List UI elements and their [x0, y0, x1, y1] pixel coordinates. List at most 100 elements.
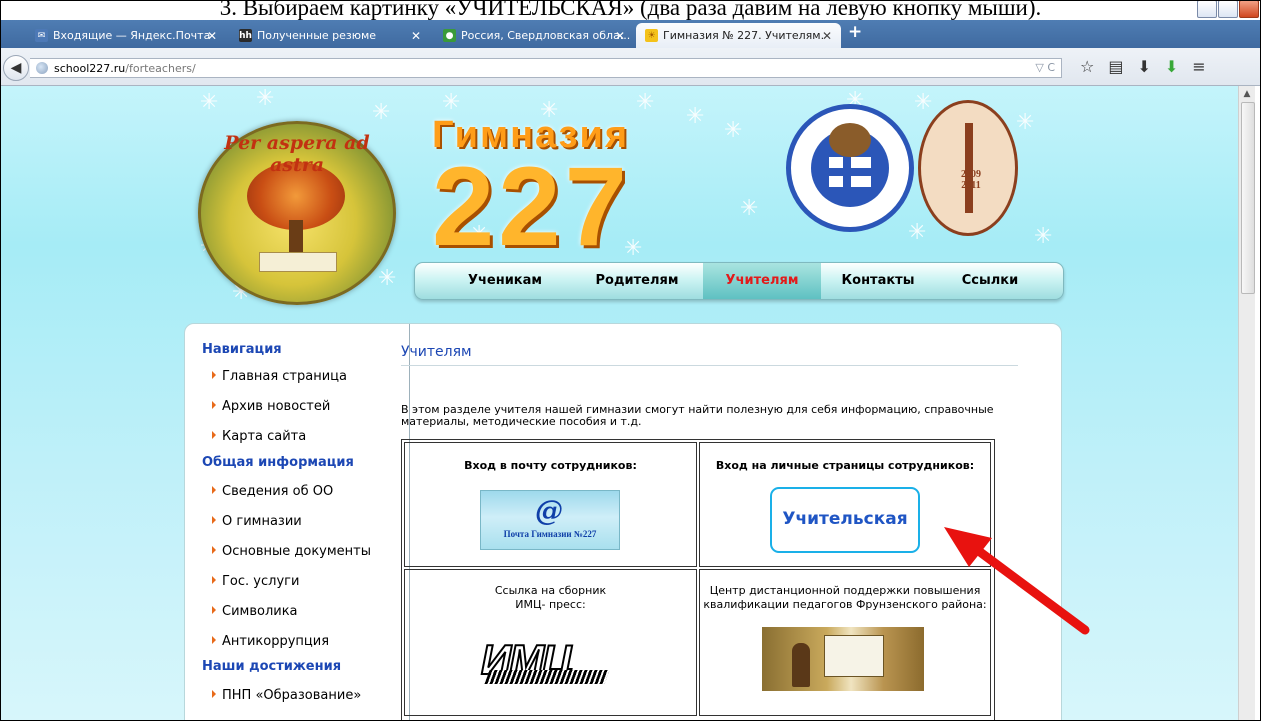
snowflake-icon: ✳ [378, 266, 397, 291]
links-table: Вход в почту сотрудников: @ Почта Гимназ… [401, 439, 995, 720]
gymnasium-emblem: Per aspera ad astra [198, 121, 396, 305]
imc-label-2: ИМЦ- пресс: [515, 598, 586, 611]
tab-label: Входящие — Яндекс.Почта [53, 29, 211, 42]
table-cell-mail: Вход в почту сотрудников: @ Почта Гимназ… [404, 442, 697, 567]
globe-icon [36, 62, 48, 74]
teacher-figure-icon [792, 643, 810, 687]
center-label-2: квалификации педагогов Фрунзенского райо… [703, 598, 987, 611]
snowflake-icon: ✳ [442, 90, 461, 115]
main-menu: Ученикам Родителям Учителям Контакты Ссы… [414, 262, 1064, 300]
emblem-motto: Per aspera ad astra [224, 132, 370, 176]
snowflake-icon: ✳ [636, 90, 655, 115]
badge-year-end: 2011 [961, 180, 981, 191]
page-content: ✳ ✳ ✳ ✳ ✳ ✳ ✳ ✳ ✳ ✳ ✳ ✳ ✳ ✳ ✳ ✳ ✳ ✳ ✳ ✳ … [0, 86, 1238, 720]
table-cell-personal-pages: Вход на личные страницы сотрудников: Учи… [699, 442, 991, 567]
addon-download-icon[interactable]: ⬇ [1165, 57, 1178, 76]
site-header: ✳ ✳ ✳ ✳ ✳ ✳ ✳ ✳ ✳ ✳ ✳ ✳ ✳ ✳ ✳ ✳ ✳ ✳ ✳ ✳ … [0, 86, 1238, 326]
bookmark-star-icon[interactable]: ☆ [1080, 57, 1094, 76]
minimize-icon[interactable] [1197, 0, 1217, 18]
tab-label: Полученные резюме [257, 29, 377, 42]
page-title: Учителям [401, 344, 472, 360]
finnish-schools-badge [786, 104, 914, 232]
sidebar-item-news-archive[interactable]: Архив новостей [212, 399, 330, 414]
sidebar-item-oo-info[interactable]: Сведения об ОО [212, 484, 333, 499]
leaf-icon: ● [443, 29, 456, 42]
imc-label-1: Ссылка на сборник [494, 584, 607, 597]
distance-center-photo[interactable] [762, 627, 924, 691]
menu-parents[interactable]: Родителям [575, 263, 699, 299]
new-tab-button[interactable]: + [848, 22, 862, 42]
sidebar-heading-navigation: Навигация [202, 342, 282, 357]
staff-mail-button[interactable]: @ Почта Гимназии №227 [480, 490, 620, 550]
sidebar-item-sitemap[interactable]: Карта сайта [212, 429, 306, 444]
menu-contacts[interactable]: Контакты [823, 263, 933, 299]
scrollbar-thumb[interactable] [1241, 102, 1255, 294]
mail-label: Вход в почту сотрудников: [464, 459, 637, 472]
download-icon[interactable]: ⬇ [1137, 57, 1150, 76]
menu-teachers[interactable]: Учителям [703, 263, 821, 299]
tab-close-icon[interactable]: ✕ [822, 29, 832, 43]
reload-icon[interactable]: ▽ C [1035, 61, 1055, 74]
snowflake-icon: ✳ [1034, 224, 1053, 249]
finland-flag-icon [829, 157, 871, 187]
sun-icon: ☀ [645, 29, 658, 42]
address-bar[interactable]: school227.ru/forteachers/ ▽ C [30, 58, 1062, 78]
url-host: school227.ru [54, 61, 126, 75]
close-window-icon[interactable] [1239, 0, 1259, 18]
table-cell-imc: Ссылка на сборник ИМЦ- пресс: ИМЦ [404, 569, 697, 716]
hh-icon: hh [239, 29, 252, 42]
tab-close-icon[interactable]: ✕ [615, 29, 625, 43]
tab-label: Россия, Свердловская обла... [461, 29, 631, 42]
snowflake-icon: ✳ [1016, 110, 1035, 135]
menu-links[interactable]: Ссылки [935, 263, 1045, 299]
bookmarks-list-icon[interactable]: ▤ [1108, 57, 1123, 76]
tab-close-icon[interactable]: ✕ [411, 29, 421, 43]
content-panel: Навигация Главная страница Архив новосте… [184, 323, 1062, 720]
personal-pages-label: Вход на личные страницы сотрудников: [715, 459, 975, 472]
back-arrow-icon[interactable]: ◀ [3, 55, 29, 81]
mail-button-text: Почта Гимназии №227 [503, 529, 597, 539]
vertical-scrollbar[interactable]: ▲ [1238, 86, 1255, 720]
menu-icon[interactable]: ≡ [1192, 57, 1205, 76]
sidebar-item-pnp[interactable]: ПНП «Образование» [212, 688, 361, 703]
sidebar-item-anticorruption[interactable]: Антикоррупция [212, 634, 329, 649]
snowflake-icon: ✳ [686, 104, 705, 129]
url-path: /forteachers/ [125, 61, 196, 75]
sidebar-heading-general-info: Общая информация [202, 455, 354, 470]
sidebar-item-symbols[interactable]: Символика [212, 604, 298, 619]
restore-icon[interactable] [1218, 0, 1238, 18]
navigation-bar: ◀ school227.ru/forteachers/ ▽ C ☆ ▤ ⬇ ⬇ … [0, 48, 1261, 86]
snowflake-icon: ✳ [724, 118, 743, 143]
spire-icon [965, 123, 973, 213]
tab-strip: ✉ Входящие — Яндекс.Почта ✕ hh Полученны… [0, 20, 1261, 48]
sidebar-item-gov-services[interactable]: Гос. услуги [212, 574, 299, 589]
tab-gymnasium[interactable]: ☀ Гимназия № 227. Учителям. ✕ [636, 23, 841, 48]
tab-resumes[interactable]: hh Полученные резюме ✕ [230, 23, 430, 48]
sidebar: Навигация Главная страница Архив новосте… [185, 324, 410, 720]
at-sign-icon: @ [535, 494, 563, 527]
logo-number: 227 [432, 144, 631, 269]
made-in-spb-badge: 2009 2011 [918, 100, 1018, 236]
table-cell-distance-center: Центр дистанционной поддержки повышения … [699, 569, 991, 716]
badge-year-start: 2009 [961, 169, 981, 180]
tab-yandex-mail[interactable]: ✉ Входящие — Яндекс.Почта ✕ [26, 23, 226, 48]
site-logo-title[interactable]: Гимназия 227 [432, 114, 631, 269]
tab-russia-map[interactable]: ● Россия, Свердловская обла... ✕ [434, 23, 634, 48]
window-controls [1197, 0, 1259, 18]
center-label-1: Центр дистанционной поддержки повышения [709, 584, 981, 597]
tab-label: Гимназия № 227. Учителям. [663, 29, 825, 42]
press-logo-stripes [484, 670, 610, 684]
sidebar-item-home[interactable]: Главная страница [212, 369, 347, 384]
instruction-caption: 3. Выбираем картинку «УЧИТЕЛЬСКАЯ» (два … [0, 0, 1261, 20]
snowflake-icon: ✳ [914, 90, 933, 115]
tab-close-icon[interactable]: ✕ [207, 29, 217, 43]
mail-icon: ✉ [35, 29, 48, 42]
menu-students[interactable]: Ученикам [443, 263, 567, 299]
sidebar-item-about[interactable]: О гимназии [212, 514, 302, 529]
snowflake-icon: ✳ [908, 220, 927, 245]
intro-text: В этом разделе учителя нашей гимназии см… [401, 403, 994, 428]
scroll-up-icon[interactable]: ▲ [1241, 88, 1253, 100]
sidebar-heading-achievements: Наши достижения [202, 659, 342, 674]
teachers-room-button[interactable]: Учительская [770, 487, 920, 553]
sidebar-item-documents[interactable]: Основные документы [212, 544, 371, 559]
